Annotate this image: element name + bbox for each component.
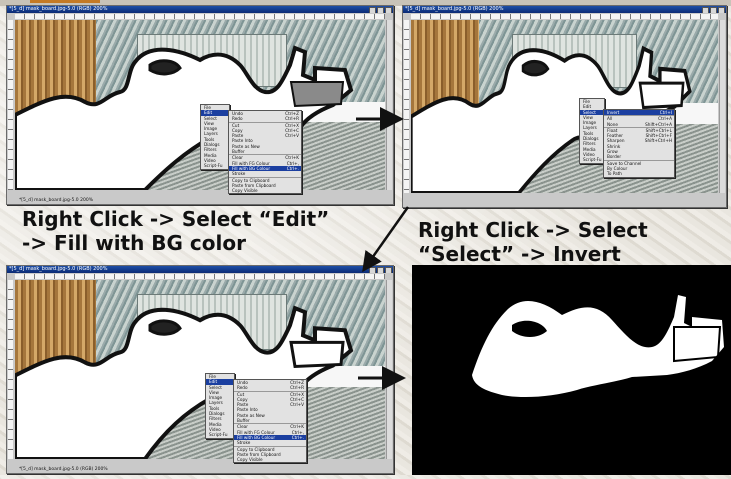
vertical-ruler bbox=[8, 20, 13, 190]
context-menu-main[interactable]: File Edit Select View Image Layers Tools Dialog… bbox=[579, 98, 605, 164]
vertical-scrollbar[interactable] bbox=[386, 280, 392, 459]
menu-item-script-fu[interactable]: Script-Fu bbox=[580, 157, 604, 162]
menu-item-script-fu[interactable]: Script-Fu bbox=[206, 432, 234, 437]
horizontal-ruler bbox=[15, 14, 385, 19]
menu-item-label: Paste Into bbox=[237, 407, 258, 413]
menu-item-label: Redo bbox=[237, 385, 248, 391]
window-titlebar[interactable]: *[5_d] mask_board.jpg-5.0 (RGB) 200% bbox=[403, 6, 726, 13]
menu-item-label: Undo bbox=[232, 111, 243, 116]
menu-item-label: Stroke bbox=[237, 440, 251, 446]
menu-item-label: Clear bbox=[237, 424, 248, 430]
vertical-scrollbar[interactable] bbox=[386, 20, 392, 190]
minimize-icon[interactable] bbox=[369, 7, 376, 13]
menu-item-label: Cut bbox=[237, 391, 245, 397]
menu-item-label: Clear bbox=[232, 155, 243, 161]
maximize-icon[interactable] bbox=[377, 267, 384, 273]
select-submenu[interactable]: Invert Ctrl+I All Ctrl+A None Shift+Ctrl+A Flo… bbox=[603, 109, 675, 178]
context-menu-main[interactable]: File Edit Select View Image Layers Tools Dialog… bbox=[200, 104, 230, 170]
gimp-image-window-3[interactable]: *[5_d] mask_board.jpg-5.0 (RGB) 200% *[5… bbox=[6, 265, 394, 474]
menu-item-label: Paste from Clipboard bbox=[237, 451, 281, 457]
menu-item-label: Undo bbox=[237, 380, 248, 385]
menu-item-label: Fill with FG Colour bbox=[232, 160, 270, 166]
menu-item-label: Float bbox=[607, 127, 618, 133]
menu-item-label: Cut bbox=[232, 122, 240, 128]
context-menu-main[interactable]: File Edit Select View Image Layers Tools Dialog… bbox=[205, 373, 235, 439]
step2-instruction-line2: “Select” -> Invert bbox=[418, 242, 621, 266]
menu-item-label: Fill with BG Colour bbox=[237, 434, 276, 440]
status-bar: *[5_d] mask_board.jpg-5.0 200% bbox=[7, 197, 393, 204]
menu-item-label: Paste bbox=[232, 133, 244, 139]
menu-item-label: Copy bbox=[232, 127, 243, 133]
menu-item-copy-visible[interactable]: Copy Visible bbox=[229, 188, 301, 193]
menu-item-label: Copy Visible bbox=[237, 457, 263, 463]
maximize-icon[interactable] bbox=[377, 7, 384, 13]
menu-item-label: Shrink bbox=[607, 143, 621, 149]
menu-item-label: Fill with BG Colour bbox=[232, 165, 271, 171]
status-bar bbox=[403, 200, 726, 207]
step1-instruction-line2: -> Fill with BG color bbox=[22, 231, 246, 255]
gimp-image-window-2[interactable]: *[5_d] mask_board.jpg-5.0 (RGB) 200% Fil… bbox=[402, 5, 727, 208]
gimp-image-window-1[interactable]: *[5_d] mask_board.jpg-5.0 (RGB) 200% *[5… bbox=[6, 5, 394, 205]
step2-instruction-line1: Right Click -> Select bbox=[418, 218, 648, 242]
vertical-ruler bbox=[8, 280, 13, 459]
inverted-mask-shape bbox=[412, 265, 731, 475]
menu-item-label: Buffer bbox=[232, 149, 245, 155]
image-canvas[interactable] bbox=[15, 280, 385, 459]
window-controls[interactable] bbox=[368, 267, 392, 273]
menu-item-label: Buffer bbox=[237, 418, 250, 424]
window-controls[interactable] bbox=[701, 7, 725, 13]
result-mask-image bbox=[412, 265, 731, 475]
window-title: *[5_d] mask_board.jpg-5.0 (RGB) 200% bbox=[405, 6, 504, 12]
menu-item-label: None bbox=[607, 121, 618, 127]
edit-submenu[interactable]: Undo Ctrl+Z Redo Ctrl+R Cut Ctrl+X Copy Ctrl+C P… bbox=[233, 379, 307, 464]
edit-submenu[interactable]: Undo Ctrl+Z Redo Ctrl+R Cut Ctrl+X Copy Ctrl+C P… bbox=[228, 110, 302, 195]
menu-item-label: To Path bbox=[607, 171, 622, 177]
status-bar: *[5_d] mask_board.jpg-5.0 (RGB) 200% bbox=[7, 466, 393, 473]
menu-item-label: Save to Channel bbox=[607, 160, 642, 166]
menu-item-label: Border bbox=[607, 154, 622, 160]
close-icon[interactable] bbox=[718, 7, 725, 13]
menu-item-label: Stroke bbox=[232, 171, 246, 177]
window-titlebar[interactable]: *[5_d] mask_board.jpg-5.0 (RGB) 200% bbox=[7, 266, 393, 273]
menu-item-label: Copy to Clipboard bbox=[237, 446, 275, 452]
vertical-ruler bbox=[404, 20, 409, 193]
menu-item-label: All bbox=[607, 116, 613, 122]
window-title: *[5_d] mask_board.jpg-5.0 (RGB) 200% bbox=[9, 6, 108, 12]
horizontal-ruler bbox=[411, 14, 718, 19]
window-titlebar[interactable]: *[5_d] mask_board.jpg-5.0 (RGB) 200% bbox=[7, 6, 393, 13]
step1-instruction-line1: Right Click -> Select “Edit” bbox=[22, 207, 330, 231]
menu-item-label: Copy bbox=[237, 396, 248, 402]
close-icon[interactable] bbox=[385, 7, 392, 13]
minimize-icon[interactable] bbox=[369, 267, 376, 273]
menu-item-script-fu[interactable]: Script-Fu bbox=[201, 163, 229, 168]
menu-item-label: Copy to Clipboard bbox=[232, 177, 270, 183]
minimize-icon[interactable] bbox=[702, 7, 709, 13]
menu-item-label: Feather bbox=[607, 133, 623, 139]
menu-item-label: Paste as New bbox=[237, 412, 265, 418]
menu-item-label: Paste Into bbox=[232, 138, 253, 144]
window-title: *[5_d] mask_board.jpg-5.0 (RGB) 200% bbox=[9, 266, 108, 272]
menu-item-label: Paste bbox=[237, 402, 249, 408]
slide-accent-bar bbox=[30, 0, 100, 3]
menu-item-label: Sharpen bbox=[607, 138, 625, 144]
horizontal-ruler bbox=[15, 274, 385, 279]
menu-item-label: Grow bbox=[607, 149, 618, 155]
maximize-icon[interactable] bbox=[710, 7, 717, 13]
menu-item-label: By Colour bbox=[607, 165, 628, 171]
vertical-scrollbar[interactable] bbox=[719, 20, 725, 193]
menu-item-label: Redo bbox=[232, 116, 243, 122]
menu-item-to-path[interactable]: To Path bbox=[604, 171, 674, 176]
menu-item-copy-visible[interactable]: Copy Visible bbox=[234, 457, 306, 462]
window-controls[interactable] bbox=[368, 7, 392, 13]
menu-item-label: Copy Visible bbox=[232, 188, 258, 194]
arrow-step2-to-step3 bbox=[362, 206, 410, 273]
menu-item-label: Invert bbox=[607, 110, 620, 115]
close-icon[interactable] bbox=[385, 267, 392, 273]
menu-item-label: Paste as New bbox=[232, 143, 260, 149]
menu-item-label: Paste from Clipboard bbox=[232, 182, 276, 188]
menu-item-label: Fill with FG Colour bbox=[237, 429, 275, 435]
board-mask-outline bbox=[15, 305, 354, 459]
